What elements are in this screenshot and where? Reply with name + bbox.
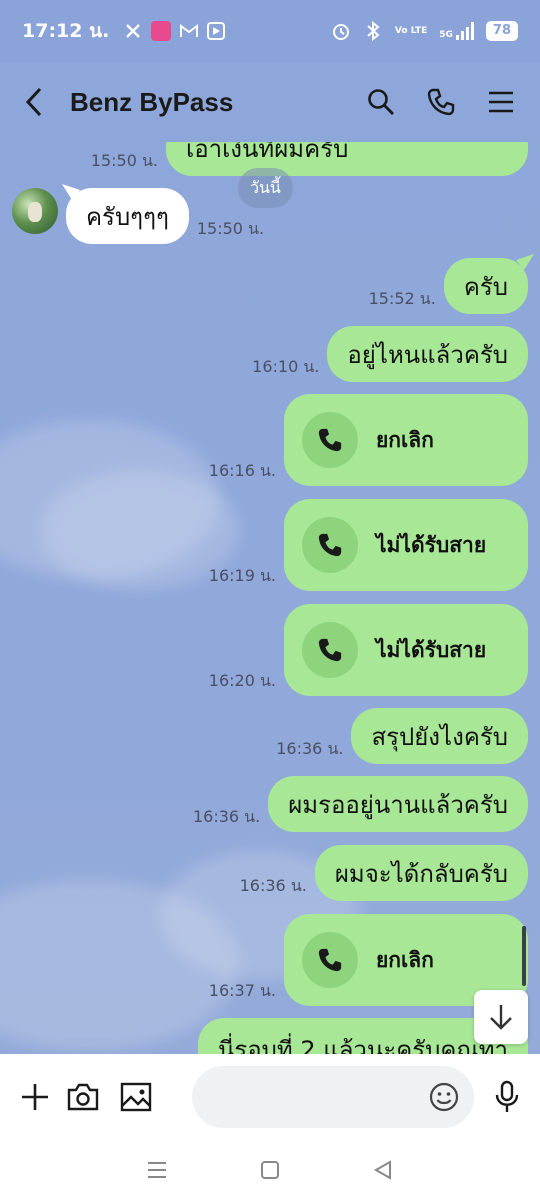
back-icon[interactable] (368, 1155, 398, 1185)
alarm-icon (331, 21, 351, 41)
message-list[interactable]: 15:50 น. เอาเงินที่ผมครับ วันนี้ ครับๆๆๆ… (0, 142, 540, 1054)
search-icon[interactable] (366, 87, 396, 117)
message-bubble[interactable]: เอาเงินที่ผมครับ (166, 142, 528, 176)
message-row-out: 16:10 น. อยู่ไหนแล้วครับ (252, 326, 528, 382)
message-bubble[interactable]: อยู่ไหนแล้วครับ (327, 326, 528, 382)
recent-apps-icon[interactable] (142, 1155, 172, 1185)
call-bubble[interactable]: ไม่ได้รับสาย (284, 604, 528, 696)
message-row-out: 16:16 น. ยกเลิก (209, 394, 528, 486)
chat-header: Benz ByPass (0, 62, 540, 142)
message-time: 15:50 น. (196, 219, 265, 238)
plus-icon[interactable] (20, 1079, 50, 1115)
message-time: 16:36 น. (192, 807, 261, 826)
phone-call-icon (302, 622, 358, 678)
message-time: 16:37 น. (208, 981, 276, 1000)
bubble-tail (516, 254, 534, 270)
pink-app-icon (151, 21, 172, 41)
back-arrow-icon[interactable] (24, 82, 54, 122)
message-time: 16:36 น. (276, 739, 344, 758)
x-icon (123, 21, 143, 41)
message-row-out: 16:19 น. ไม่ได้รับสาย (209, 499, 528, 591)
call-status: ไม่ได้รับสาย (376, 532, 487, 557)
image-icon[interactable] (120, 1079, 152, 1115)
message-row-out: 15:52 น. ครับ (368, 254, 534, 314)
message-bubble[interactable]: ผมรออยู่นานแล้วครับ (268, 776, 528, 832)
message-bubble[interactable]: ผมจะได้กลับครับ (314, 845, 528, 901)
phone-icon[interactable] (426, 87, 456, 117)
call-status: ยกเลิก (376, 947, 434, 972)
message-row-out: 16:36 น. สรุปยังไงครับ (276, 708, 528, 764)
system-icons: Vo LTE 5G 78 (331, 21, 518, 41)
status-bar: 17:12 น. Vo LTE 5G 78 (0, 0, 540, 62)
message-bubble[interactable]: ครับๆๆๆ (66, 188, 189, 244)
bluetooth-icon (363, 21, 383, 41)
message-input-wrapper (170, 1066, 474, 1128)
youtube-icon (207, 22, 226, 40)
chat-screen: 17:12 น. Vo LTE 5G 78 Benz ByPass 15:50 … (0, 0, 540, 1200)
phone-call-icon (302, 932, 358, 988)
contact-avatar[interactable] (12, 188, 58, 234)
menu-icon[interactable] (486, 87, 516, 117)
phone-call-icon (302, 412, 358, 468)
chat-title: Benz ByPass (70, 86, 234, 117)
scroll-to-bottom-button[interactable] (474, 990, 528, 1044)
message-time: 16:19 น. (208, 566, 276, 585)
home-icon[interactable] (255, 1155, 285, 1185)
message-row-out: 16:36 น. ผมรออยู่นานแล้วครับ (193, 776, 528, 832)
system-navigation-bar (0, 1140, 540, 1200)
emoji-icon[interactable] (428, 1081, 460, 1113)
volte-label: Vo LTE (394, 25, 428, 36)
message-input-bar (0, 1054, 540, 1140)
battery-level: 78 (485, 21, 518, 41)
message-row-in: ครับๆๆๆ 15:50 น. (62, 184, 265, 244)
message-time: 16:20 น. (208, 671, 276, 690)
signal-icon (455, 22, 474, 40)
message-row-out: 15:50 น. เอาเงินที่ผมครับ (91, 142, 528, 176)
message-time: 15:52 น. (368, 289, 436, 308)
camera-icon[interactable] (66, 1079, 100, 1115)
message-time: 15:50 น. (90, 151, 158, 170)
phone-call-icon (302, 517, 358, 573)
call-status: ไม่ได้รับสาย (376, 637, 487, 662)
arrow-down-icon (490, 1005, 512, 1030)
message-time: 16:36 น. (239, 876, 307, 895)
header-actions (366, 87, 516, 117)
signal-strength: 5G (439, 22, 474, 40)
call-bubble[interactable]: ยกเลิก (284, 394, 528, 486)
status-time: 17:12 น. (22, 20, 110, 42)
notification-icons (123, 21, 226, 41)
call-bubble[interactable]: ไม่ได้รับสาย (284, 499, 528, 591)
message-bubble[interactable]: สรุปยังไงครับ (351, 708, 528, 764)
network-label: 5G (439, 30, 453, 40)
gmail-icon (179, 21, 199, 41)
microphone-icon[interactable] (494, 1079, 520, 1115)
message-time: 16:16 น. (208, 461, 276, 480)
scrollbar[interactable] (522, 926, 526, 986)
message-time: 16:10 น. (252, 357, 320, 376)
bubble-tail (62, 184, 80, 200)
message-row-out: 16:36 น. ผมจะได้กลับครับ (240, 845, 528, 901)
message-row-out: 16:20 น. ไม่ได้รับสาย (209, 604, 528, 696)
call-status: ยกเลิก (376, 427, 434, 452)
